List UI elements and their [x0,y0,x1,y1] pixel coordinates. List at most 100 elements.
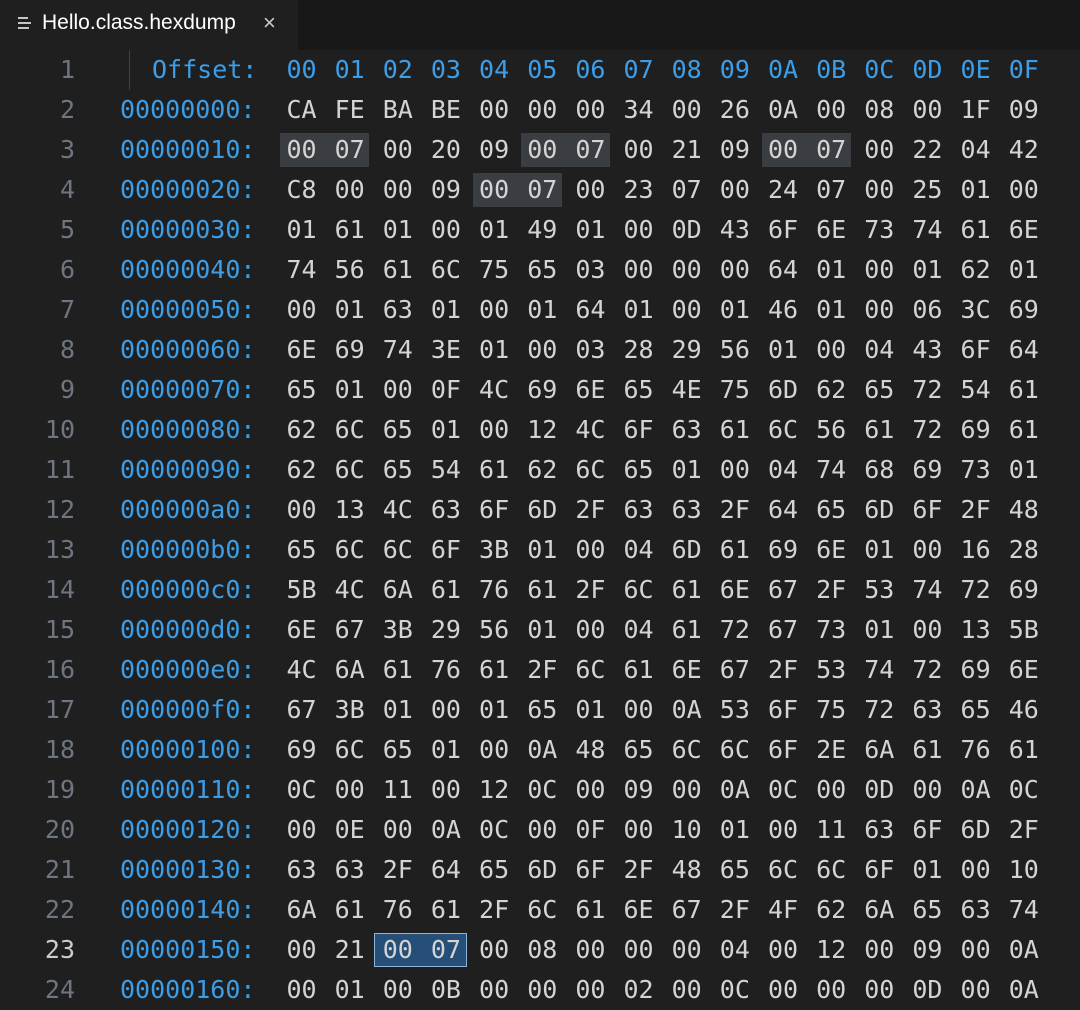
hex-byte[interactable]: 6C [715,730,754,770]
hex-byte[interactable]: 6C [571,650,610,690]
hex-byte[interactable]: 00 [523,810,562,850]
hex-byte[interactable]: 4C [282,650,321,690]
hex-byte[interactable]: 01 [475,330,514,370]
hex-byte[interactable]: 3B [475,530,514,570]
hex-byte[interactable]: 2F [1004,810,1043,850]
hex-byte[interactable]: 76 [956,730,995,770]
hex-byte[interactable]: 76 [475,570,514,610]
hex-byte[interactable]: 0A [764,90,803,130]
hex-byte[interactable]: 6D [523,490,562,530]
hex-byte[interactable]: 48 [571,730,610,770]
hex-byte[interactable]: 25 [908,170,947,210]
hex-byte[interactable]: 6D [667,530,706,570]
hex-byte[interactable]: 00 [860,970,899,1010]
hex-byte[interactable]: 01 [475,690,514,730]
hex-byte[interactable]: 01 [282,210,321,250]
hex-byte[interactable]: 00 [764,970,803,1010]
hex-byte[interactable]: 62 [956,250,995,290]
hex-byte[interactable]: 2F [571,570,610,610]
hex-byte[interactable]: 00 [908,530,947,570]
hex-byte[interactable]: 69 [908,450,947,490]
hex-byte[interactable]: 63 [667,410,706,450]
hex-byte[interactable]: 00 [812,770,851,810]
hex-byte[interactable]: 61 [330,210,369,250]
hex-byte[interactable]: 65 [956,690,995,730]
hex-byte[interactable]: 00 [571,610,610,650]
hex-byte[interactable]: 65 [619,450,658,490]
hex-byte[interactable]: 6A [378,570,417,610]
hex-byte[interactable]: 2F [812,570,851,610]
hex-byte[interactable]: 00 [667,970,706,1010]
hex-byte[interactable]: 65 [378,450,417,490]
hex-byte[interactable]: 6E [1004,650,1043,690]
hex-byte[interactable]: 6C [330,450,369,490]
hex-byte[interactable]: 65 [282,530,321,570]
hex-byte[interactable]: 00 [475,290,514,330]
hex-byte[interactable]: 0C [764,770,803,810]
hex-byte[interactable]: 00 [523,330,562,370]
hex-byte[interactable]: 61 [475,650,514,690]
hex-byte[interactable]: 46 [1004,690,1043,730]
hex-byte[interactable]: 6C [571,450,610,490]
hex-byte[interactable]: 6D [956,810,995,850]
hex-byte[interactable]: 72 [715,610,754,650]
hex-byte[interactable]: 00 [282,490,321,530]
hex-byte[interactable]: 73 [956,450,995,490]
hex-byte[interactable]: 12 [475,770,514,810]
hex-byte[interactable]: 01 [330,370,369,410]
hex-byte[interactable]: 46 [764,290,803,330]
hex-byte[interactable]: 09 [619,770,658,810]
hex-byte[interactable]: 6A [860,730,899,770]
hex-byte[interactable]: 00 [619,210,658,250]
hex-byte[interactable]: 13 [330,490,369,530]
hex-byte[interactable]: 01 [812,290,851,330]
hex-byte[interactable]: 42 [1004,130,1043,170]
hex-byte[interactable]: 48 [667,850,706,890]
hex-byte[interactable]: 01 [1004,450,1043,490]
hex-byte[interactable]: 65 [523,690,562,730]
hex-byte[interactable]: 69 [1004,290,1043,330]
hex-byte[interactable]: 01 [571,690,610,730]
hex-byte[interactable]: 00 [908,90,947,130]
hex-byte[interactable]: 73 [860,210,899,250]
hex-byte[interactable]: 6F [764,730,803,770]
hex-byte[interactable]: 6F [908,810,947,850]
hex-byte[interactable]: 68 [860,450,899,490]
hex-byte[interactable]: 00 [378,130,417,170]
hex-byte[interactable]: 6F [764,690,803,730]
hex-byte[interactable]: 4E [667,370,706,410]
hex-byte[interactable]: 6F [956,330,995,370]
hex-byte[interactable]: 67 [330,610,369,650]
hex-byte[interactable]: 4C [475,370,514,410]
hex-byte[interactable]: 69 [330,330,369,370]
hex-byte[interactable]: 00 [475,410,514,450]
hex-byte[interactable]: 69 [523,370,562,410]
hex-byte[interactable]: 6F [860,850,899,890]
hex-byte[interactable]: 01 [956,170,995,210]
hex-byte[interactable]: 61 [908,730,947,770]
hex-byte[interactable]: 01 [715,290,754,330]
hex-byte[interactable]: 0C [1004,770,1043,810]
hex-byte[interactable]: 0F [571,810,610,850]
hex-byte[interactable]: 74 [282,250,321,290]
hex-byte[interactable]: 61 [667,610,706,650]
hex-byte[interactable]: 6A [282,890,321,930]
hex-byte[interactable]: 2F [378,850,417,890]
hex-byte[interactable]: 67 [715,650,754,690]
hex-byte[interactable]: 00 [667,770,706,810]
hex-byte[interactable]: 00 [619,690,658,730]
hex-byte[interactable]: 10 [667,810,706,850]
hex-byte[interactable]: 00 [378,970,417,1010]
hex-byte[interactable]: 65 [812,490,851,530]
hex-byte[interactable]: 76 [426,650,465,690]
hex-byte[interactable]: 00 [523,90,562,130]
hex-byte[interactable]: 4F [764,890,803,930]
hex-byte[interactable]: 03 [571,330,610,370]
hex-byte[interactable]: 74 [1004,890,1043,930]
hex-byte[interactable]: 6C [330,530,369,570]
hex-byte[interactable]: 54 [956,370,995,410]
hex-byte[interactable]: 61 [619,650,658,690]
hex-byte[interactable]: 00 [378,370,417,410]
hex-byte[interactable]: 0E [330,810,369,850]
hex-byte[interactable]: 63 [426,490,465,530]
